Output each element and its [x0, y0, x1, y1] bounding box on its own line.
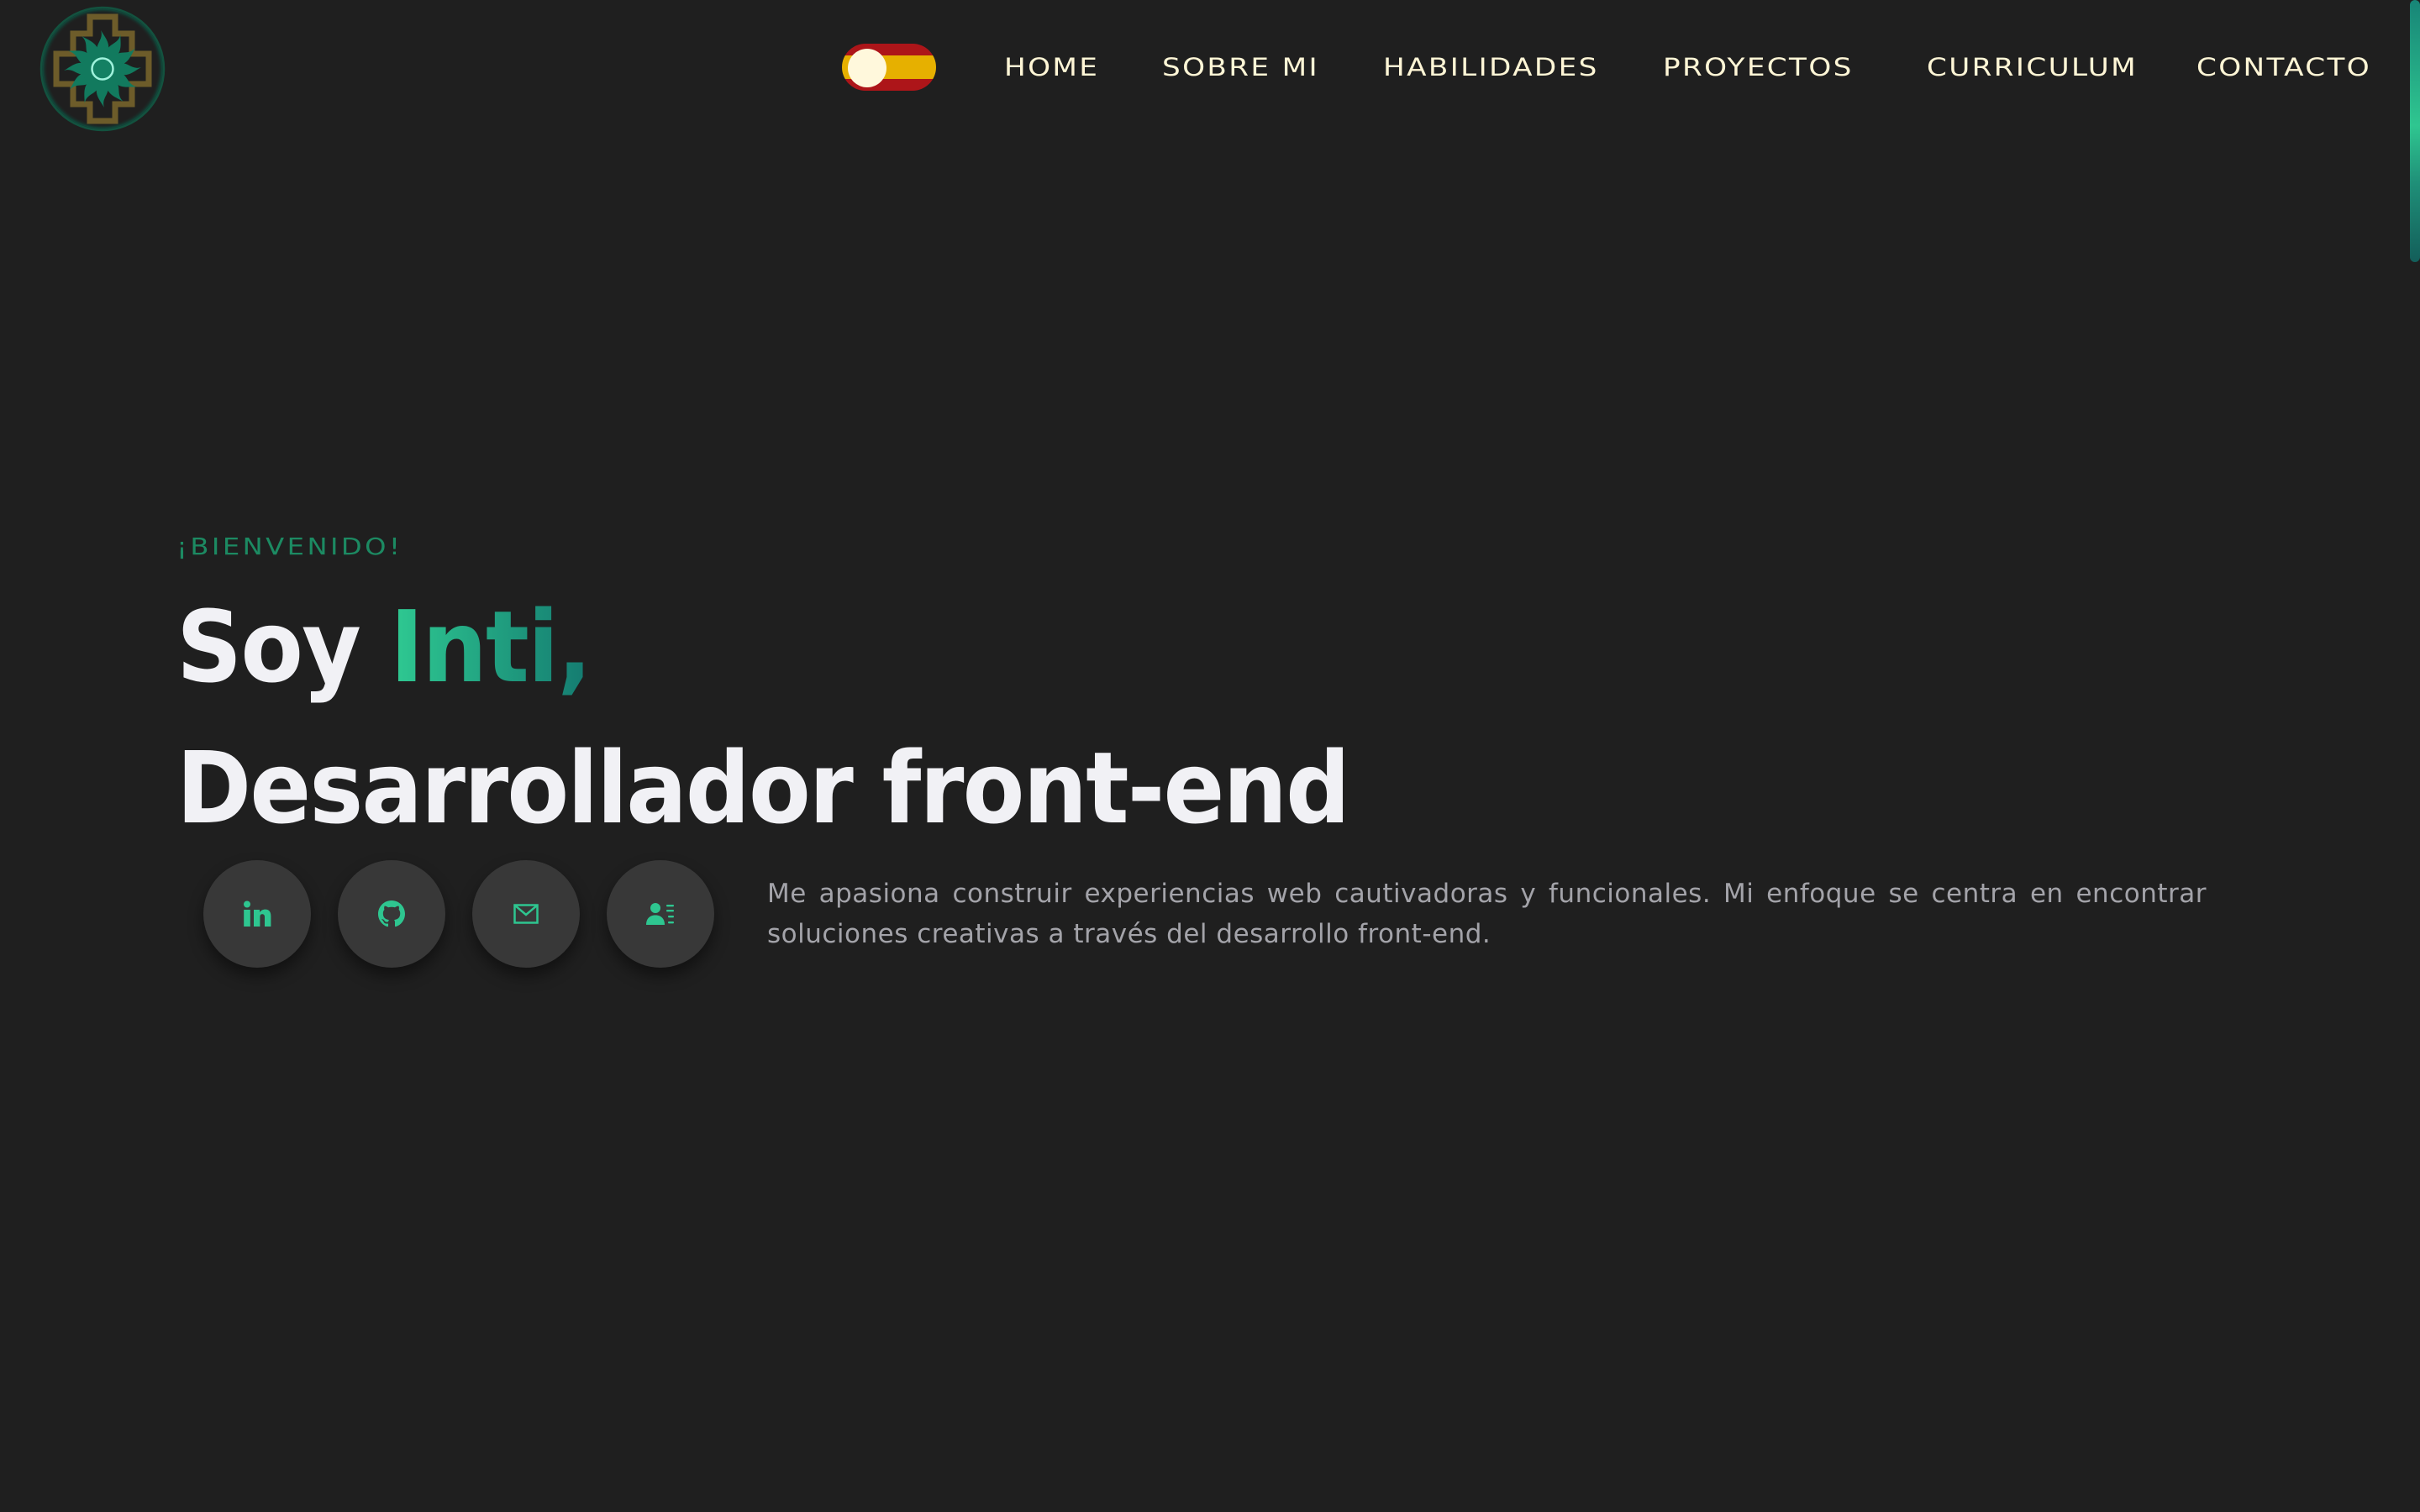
contact-card-icon [646, 903, 674, 925]
hero-description: Me apasiona construir experiencias web c… [767, 879, 2207, 949]
scrollbar-thumb[interactable] [2410, 0, 2420, 262]
nav-contacto[interactable]: CONTACTO [2196, 52, 2371, 82]
nav-sobre-mi[interactable]: SOBRE MI [1162, 52, 1319, 82]
github-icon [378, 900, 405, 927]
github-button[interactable] [338, 860, 445, 968]
welcome-text: ¡BIENVENIDO! [176, 533, 403, 560]
role-title: Desarrollador front-end [176, 730, 1350, 846]
nav-curriculum[interactable]: CURRICULUM [1927, 52, 2138, 82]
hero-title: Soy Inti, [176, 588, 592, 706]
nav-proyectos[interactable]: PROYECTOS [1663, 52, 1854, 82]
nav-home[interactable]: HOME [1004, 52, 1099, 82]
nav-habilidades[interactable]: HABILIDADES [1383, 52, 1599, 82]
name-text: Inti, [389, 589, 592, 705]
greeting-text: Soy [176, 589, 361, 705]
main-nav: HOME SOBRE MI HABILIDADES PROYECTOS CURR… [0, 52, 2420, 86]
email-button[interactable] [472, 860, 580, 968]
mail-icon [513, 904, 539, 924]
linkedin-button[interactable] [203, 860, 311, 968]
linkedin-icon [244, 900, 271, 927]
curriculum-button[interactable] [607, 860, 714, 968]
